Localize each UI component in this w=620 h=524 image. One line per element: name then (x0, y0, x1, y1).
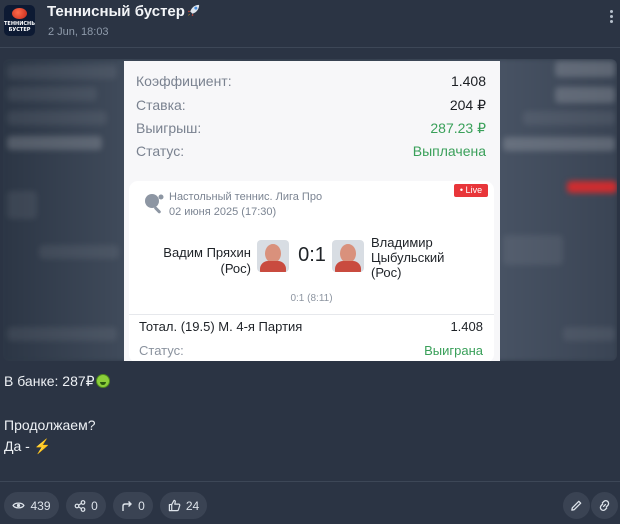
live-badge: • Live (454, 184, 488, 197)
player-a-line1: Вадим Пряхин (163, 245, 251, 260)
share-button[interactable]: 0 (66, 492, 106, 519)
post-timestamp: 2 Jun, 18:03 (48, 26, 109, 38)
forward-count: 0 (138, 498, 145, 513)
forward-button[interactable]: 0 (113, 492, 153, 519)
channel-title[interactable]: Теннисный бустер (47, 3, 201, 20)
ghost-bar (503, 137, 615, 151)
stake-label: Ставка: (136, 97, 186, 113)
table-tennis-icon (145, 194, 164, 214)
stake-value: 204 ₽ (449, 97, 486, 113)
ghost-bar (523, 111, 615, 125)
bet-market: Тотал. (19.5) М. 4-я Партия (139, 319, 303, 334)
link-icon (599, 500, 610, 511)
views-count: 439 (30, 498, 51, 513)
player-b-name: Владимир Цыбульский (Рос) (371, 235, 481, 280)
post-header: ТЕННИСНЫЙ БУСТЕР Теннисный бустер 2 Jun,… (0, 0, 620, 46)
league-name: Настольный теннис. Лига Про (169, 191, 323, 203)
bet-receipt: Коэффициент: 1.408 Ставка: 204 ₽ Выигрыш… (124, 61, 500, 361)
odds-value: 1.408 (450, 73, 486, 89)
ghost-bar (555, 87, 615, 103)
match-divider (129, 314, 494, 315)
payout-value: 287.23 ₽ (430, 120, 486, 136)
ghost-bar (7, 65, 117, 79)
more-menu-icon[interactable] (608, 10, 614, 28)
ghost-bar (563, 327, 615, 341)
ghost-bar (567, 181, 617, 193)
pencil-icon (571, 500, 582, 511)
status-value: Выплачена (412, 143, 486, 159)
match-score: 0:1 (298, 244, 326, 266)
share-count: 0 (91, 498, 98, 513)
forward-icon (122, 500, 133, 511)
share-icon (74, 499, 86, 512)
rocket-icon (187, 4, 200, 17)
ghost-bar (7, 327, 117, 341)
avatar-text-2: БУСТЕР (8, 27, 31, 33)
edit-button[interactable] (563, 492, 590, 519)
footer-divider (0, 481, 620, 482)
match-card: Настольный теннис. Лига Про 02 июня 2025… (129, 181, 494, 361)
message-line-continue: Продолжаем? (4, 417, 96, 433)
yes-text: Да - (4, 438, 34, 454)
money-face-icon (95, 374, 110, 388)
like-count: 24 (185, 498, 200, 513)
ghost-bar (7, 136, 102, 150)
thumbs-up-icon (168, 499, 181, 512)
bet-status-label: Статус: (139, 343, 184, 358)
views-counter[interactable]: 439 (4, 492, 59, 519)
player-b-line1: Владимир (371, 235, 433, 250)
ghost-bar (7, 191, 37, 219)
player-a-line2: (Рос) (220, 261, 252, 276)
bet-status-value: Выиграна (424, 343, 483, 358)
bet-market-odds: 1.408 (450, 319, 483, 334)
set-score: 0:1 (8:11) (290, 293, 333, 304)
player-b-line2: Цыбульский (371, 250, 445, 265)
ghost-bar (7, 87, 97, 101)
ghost-bar (503, 235, 563, 265)
copy-link-button[interactable] (591, 492, 618, 519)
player-a-avatar (257, 240, 289, 272)
bank-text: В банке: 287₽ (4, 373, 95, 389)
lightning-icon: ⚡ (33, 438, 52, 454)
ghost-bar (39, 245, 119, 259)
channel-avatar[interactable]: ТЕННИСНЫЙ БУСТЕР (4, 5, 35, 36)
header-divider (0, 47, 620, 48)
odds-label: Коэффициент: (136, 73, 232, 89)
channel-title-text: Теннисный бустер (47, 3, 185, 20)
like-button[interactable]: 24 (160, 492, 207, 519)
player-b-line3: (Рос) (371, 265, 402, 280)
ghost-bar (555, 61, 615, 77)
player-b-avatar (332, 240, 364, 272)
message-line-bank: В банке: 287₽ (4, 373, 110, 390)
ghost-bar (7, 111, 107, 125)
message-line-yes: Да - ⚡ (4, 438, 51, 455)
player-a-name: Вадим Пряхин (Рос) (139, 245, 251, 277)
eye-icon (12, 502, 26, 509)
tennis-ball-icon (12, 8, 27, 19)
match-date: 02 июня 2025 (17:30) (169, 206, 277, 218)
payout-label: Выигрыш: (136, 120, 202, 136)
status-label: Статус: (136, 143, 185, 159)
